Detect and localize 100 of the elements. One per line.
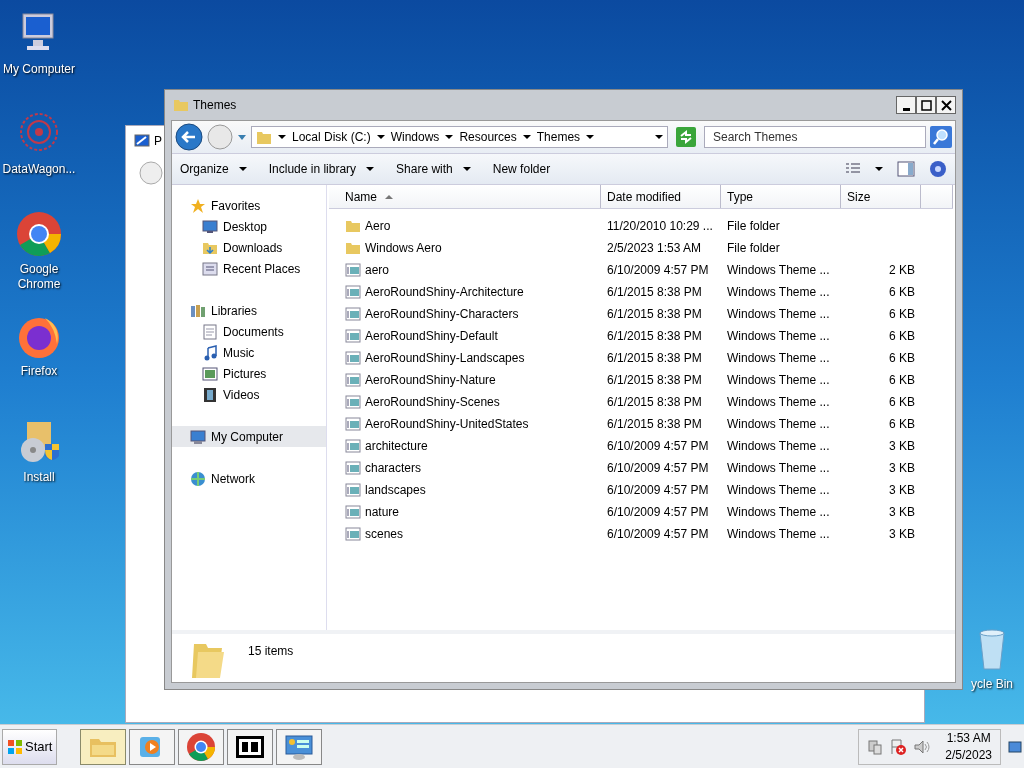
computer-icon (190, 428, 206, 445)
file-name[interactable]: nature (365, 503, 400, 521)
start-button[interactable]: Start (2, 728, 58, 765)
network-icon[interactable] (867, 738, 884, 755)
back-button[interactable] (175, 123, 203, 151)
theme-file-icon (345, 328, 361, 344)
clock-date[interactable]: 2/5/2023 (945, 746, 992, 764)
caret-icon[interactable] (655, 134, 663, 140)
history-dropdown-icon[interactable] (237, 133, 247, 141)
refresh-button[interactable] (676, 127, 696, 147)
column-header[interactable]: Name (329, 185, 601, 208)
chrome-icon (15, 210, 63, 258)
table-cell-text: Windows Theme ... (726, 460, 831, 477)
column-header[interactable]: Date modified (601, 185, 721, 208)
theme-file-icon (345, 460, 361, 476)
table-cell-text: 6/1/2015 8:38 PM (606, 394, 703, 411)
file-name[interactable]: landscapes (365, 481, 426, 499)
nav-item[interactable]: Downloads (172, 237, 326, 258)
speaker-icon[interactable] (913, 738, 932, 755)
nav-item[interactable]: Libraries (172, 300, 326, 321)
caret-icon[interactable] (875, 166, 883, 172)
flag-icon[interactable] (889, 737, 908, 756)
minimize-button[interactable] (896, 96, 916, 114)
theme-file-icon (345, 438, 361, 454)
library-icon (190, 302, 206, 319)
breadcrumb-item[interactable]: Themes (536, 128, 581, 146)
nav-item[interactable]: Music (172, 342, 326, 363)
nav-item[interactable]: Recent Places (172, 258, 326, 279)
table-cell-text: 6/10/2009 4:57 PM (606, 438, 710, 455)
file-name[interactable]: AeroRoundShiny-UnitedStates (365, 415, 529, 433)
command-button[interactable]: Include in library (268, 160, 375, 178)
file-name[interactable]: AeroRoundShiny-Architecture (365, 283, 524, 301)
table-cell-text: 6/10/2009 4:57 PM (606, 526, 710, 543)
column-header[interactable]: Type (721, 185, 841, 208)
nav-item[interactable]: Videos (172, 384, 326, 405)
view-list-icon[interactable] (845, 162, 861, 176)
table-cell-text: 6/1/2015 8:38 PM (606, 372, 703, 389)
icon-label[interactable]: My Computer (3, 62, 75, 77)
caret-icon[interactable] (586, 134, 595, 140)
nav-item[interactable]: My Computer (172, 426, 326, 447)
icon-label[interactable]: Firefox (20, 364, 58, 379)
network-icon (190, 470, 206, 487)
nav-item[interactable]: Desktop (172, 216, 326, 237)
table-cell: 6 KB (889, 329, 915, 343)
table-cell-text: Windows Theme ... (726, 372, 831, 389)
table-cell-text: Windows Theme ... (726, 416, 831, 433)
theme-file-icon (345, 416, 361, 432)
file-name[interactable]: AeroRoundShiny-Landscapes (365, 349, 525, 367)
preview-pane-icon[interactable] (897, 161, 915, 177)
theme-file-icon (345, 504, 361, 520)
nav-item[interactable]: Favorites (172, 195, 326, 216)
icon-label[interactable]: DataWagon... (2, 162, 76, 177)
file-name[interactable]: AeroRoundShiny-Nature (365, 371, 496, 389)
file-name[interactable]: characters (365, 459, 422, 477)
caret-icon[interactable] (376, 134, 385, 140)
close-button[interactable] (936, 96, 956, 114)
column-header[interactable]: Size (841, 185, 921, 208)
taskbar-button[interactable] (227, 728, 274, 765)
file-name[interactable]: Windows Aero (365, 239, 442, 257)
file-name[interactable]: aero (365, 261, 390, 279)
caret-icon[interactable] (445, 134, 454, 140)
file-name[interactable]: Aero (365, 217, 391, 235)
file-name[interactable]: AeroRoundShiny-Characters (365, 305, 519, 323)
nav-item[interactable]: Documents (172, 321, 326, 342)
breadcrumb-item[interactable]: Windows (390, 128, 440, 146)
nav-item[interactable]: Pictures (172, 363, 326, 384)
table-cell-text: Windows Theme ... (726, 438, 831, 455)
sort-up-icon (385, 193, 393, 200)
command-button[interactable]: Organize (180, 160, 247, 178)
command-button[interactable]: New folder (492, 160, 551, 178)
table-cell-text: 6/1/2015 8:38 PM (606, 284, 703, 301)
file-name[interactable]: AeroRoundShiny-Scenes (365, 393, 500, 411)
chrome-icon (185, 730, 218, 763)
caret-icon[interactable] (522, 134, 531, 140)
icon-label[interactable]: Google Chrome (0, 262, 78, 292)
show-desktop-icon[interactable] (1008, 740, 1022, 753)
caret-icon[interactable] (278, 134, 286, 140)
file-name[interactable]: scenes (365, 525, 404, 543)
maximize-icon (920, 99, 932, 111)
folder-icon (345, 218, 361, 234)
command-button[interactable]: Share with (396, 160, 471, 178)
file-name[interactable]: architecture (365, 437, 428, 455)
display-icon (134, 133, 150, 149)
table-cell: 6 KB (889, 417, 915, 431)
file-name[interactable]: AeroRoundShiny-Default (365, 327, 498, 345)
table-cell: 6 KB (889, 285, 915, 299)
clock-time[interactable]: 1:53 AM (946, 729, 991, 747)
theme-file-icon (345, 526, 361, 542)
address-bar[interactable]: Local Disk (C:) Windows Resources Themes (251, 126, 668, 148)
breadcrumb-item[interactable]: Local Disk (C:) (292, 128, 371, 146)
table-cell: 6 KB (889, 351, 915, 365)
table-cell-text: File folder (726, 240, 781, 257)
nav-item[interactable]: Network (172, 468, 326, 489)
breadcrumb-item[interactable]: Resources (459, 128, 517, 146)
table-cell: 3 KB (889, 483, 915, 497)
maximize-button[interactable] (916, 96, 936, 114)
search-icon[interactable] (930, 126, 952, 148)
minimize-icon (902, 107, 910, 111)
document-icon (202, 323, 218, 340)
search-field[interactable]: Search Themes (704, 126, 926, 148)
